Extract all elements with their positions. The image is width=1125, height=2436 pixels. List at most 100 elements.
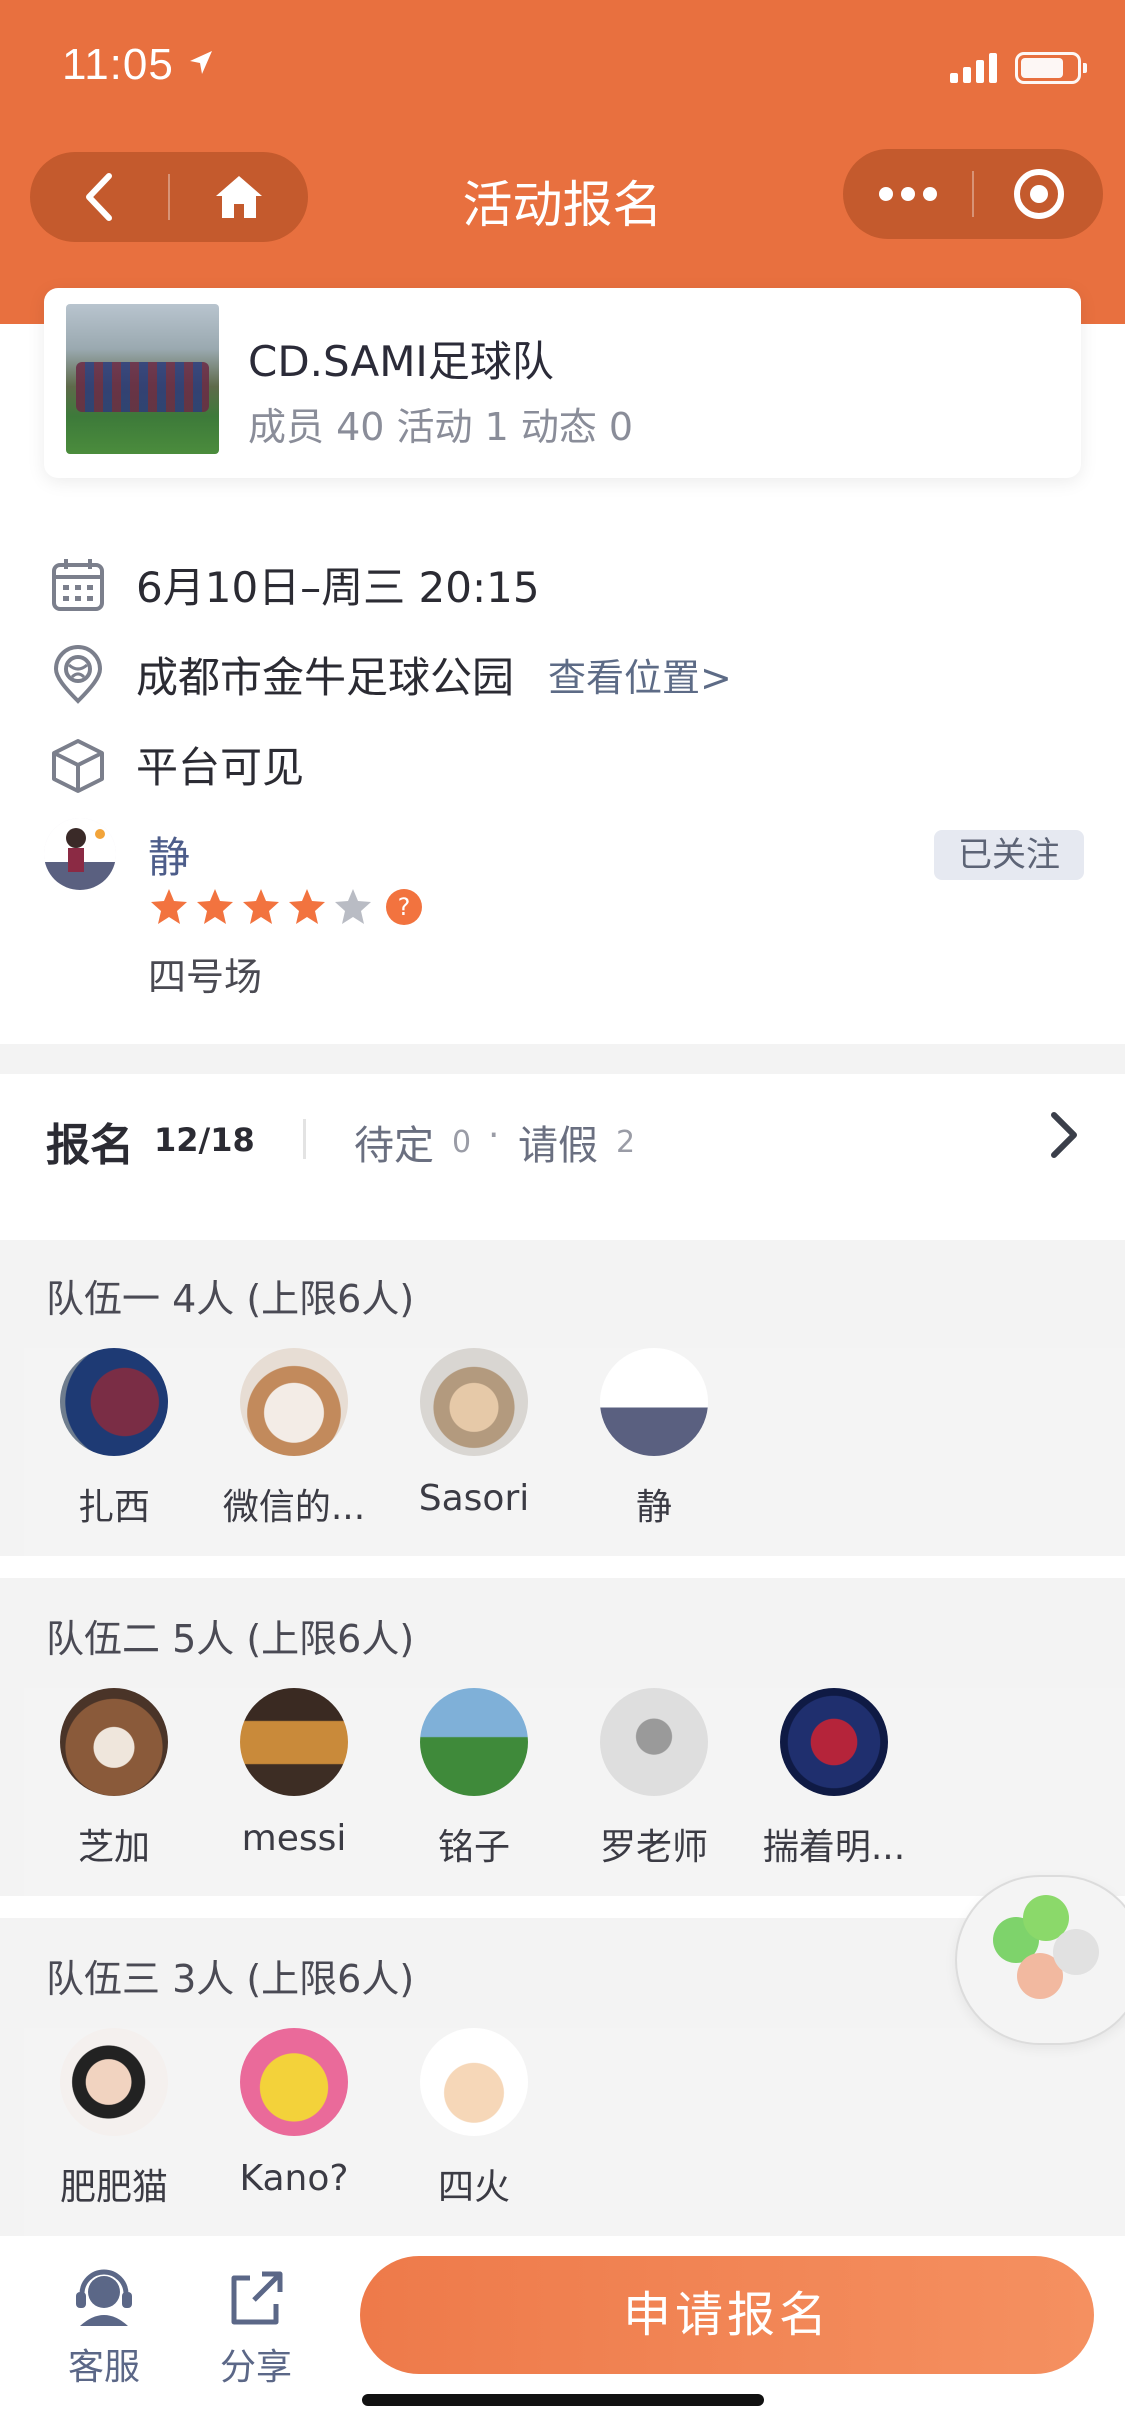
host-name[interactable]: 静 xyxy=(148,824,190,885)
member-avatar xyxy=(240,2028,348,2136)
floating-assistant-button[interactable] xyxy=(955,1875,1125,2045)
member-name: 静 xyxy=(635,1487,672,1528)
team-heading: 队伍二 5人 (上限6人) xyxy=(46,1617,415,1661)
team-stats: 成员 40 活动 1 动态 0 xyxy=(248,405,634,449)
member-name: 扎西 xyxy=(77,1487,150,1528)
more-button[interactable] xyxy=(843,149,972,239)
member-item[interactable]: 芝加 xyxy=(24,1688,204,1870)
member-name: 铭子 xyxy=(437,1827,510,1868)
member-name: 肥肥猫 xyxy=(59,2167,168,2208)
svg-text:?: ? xyxy=(398,893,411,921)
member-avatar xyxy=(60,1688,168,1796)
team-group-2: 队伍二 5人 (上限6人) 芝加 messi 铭子 罗老师 揣着明... xyxy=(0,1580,1125,1922)
close-miniprogram-button[interactable] xyxy=(974,149,1103,239)
host-section: 静 ? 四号场 已关注 xyxy=(44,818,1084,999)
team-card[interactable]: CD.SAMI足球队 成员 40 活动 1 动态 0 xyxy=(44,288,1081,478)
member-item[interactable]: 扎西 xyxy=(24,1348,204,1530)
host-note: 四号场 xyxy=(148,955,263,999)
member-name: 微信的... xyxy=(222,1487,366,1528)
signup-title: 报名 xyxy=(46,1120,134,1171)
member-name: 罗老师 xyxy=(599,1827,708,1868)
team-photo xyxy=(66,304,219,454)
member-avatar xyxy=(420,1348,528,1456)
section-divider xyxy=(0,1044,1125,1074)
summary-divider xyxy=(303,1119,306,1159)
share-button[interactable]: 分享 xyxy=(196,2268,316,2390)
member-name: 芝加 xyxy=(77,1827,150,1868)
signal-icon xyxy=(950,53,997,83)
host-avatar-image xyxy=(44,818,116,890)
member-avatar xyxy=(600,1348,708,1456)
member-avatar xyxy=(60,2028,168,2136)
member-avatar xyxy=(240,1688,348,1796)
target-circle-icon xyxy=(1013,169,1064,219)
location-pin-icon xyxy=(53,644,103,704)
host-avatar[interactable] xyxy=(44,818,116,890)
member-name: Kano? xyxy=(239,2158,349,2199)
status-time: 11:05 xyxy=(62,40,174,89)
host-rating: ? xyxy=(148,886,424,928)
team-group-1: 队伍一 4人 (上限6人) 扎西 微信的... Sasori 静 xyxy=(0,1240,1125,1582)
pending-label: 待定 xyxy=(354,1123,434,1169)
event-location-row: 成都市金牛足球公园 查看位置> xyxy=(48,644,732,705)
member-avatar xyxy=(600,1688,708,1796)
rating-help-icon[interactable]: ? xyxy=(384,887,424,927)
battery-icon xyxy=(1015,52,1087,84)
follow-status-badge[interactable]: 已关注 xyxy=(934,830,1084,880)
share-icon xyxy=(231,2271,283,2325)
member-item[interactable]: messi xyxy=(204,1688,384,1859)
customer-service-label: 客服 xyxy=(67,2347,140,2388)
star-icon xyxy=(243,889,279,924)
nav-capsule-right xyxy=(843,149,1103,239)
star-icon xyxy=(335,889,371,924)
event-location: 成都市金牛足球公园 xyxy=(136,653,515,702)
member-avatar xyxy=(420,2028,528,2136)
team-name: CD.SAMI足球队 xyxy=(248,337,554,386)
member-name: 揣着明... xyxy=(762,1827,906,1868)
member-item[interactable]: 揣着明... xyxy=(744,1688,924,1870)
apply-signup-button[interactable]: 申请报名 xyxy=(360,2256,1094,2374)
star-icon xyxy=(289,889,325,924)
member-name: messi xyxy=(241,1818,347,1859)
signup-count: 12/18 xyxy=(154,1121,255,1159)
member-item[interactable]: Kano? xyxy=(204,2028,384,2199)
signup-summary[interactable]: 报名 12/18 待定 0 · 请假 2 xyxy=(0,1075,1125,1235)
member-name: Sasori xyxy=(418,1478,530,1519)
member-avatar xyxy=(240,1348,348,1456)
cube-icon xyxy=(52,738,104,793)
member-avatar xyxy=(60,1348,168,1456)
summary-dot-separator: · xyxy=(488,1115,500,1156)
status-indicators xyxy=(950,52,1087,84)
member-item[interactable]: Sasori xyxy=(384,1348,564,1519)
location-arrow-icon xyxy=(190,51,212,74)
bottom-action-bar: 客服 分享 申请报名 xyxy=(0,2236,1125,2436)
pending-count: 0 xyxy=(452,1125,472,1160)
member-item[interactable]: 微信的... xyxy=(204,1348,384,1530)
view-location-link[interactable]: 查看位置> xyxy=(548,647,732,702)
member-item[interactable]: 四火 xyxy=(384,2028,564,2210)
team-member-list: 肥肥猫 Kano? 四火 xyxy=(24,2028,1125,2258)
member-item[interactable]: 静 xyxy=(564,1348,744,1530)
section-gap xyxy=(0,1556,1125,1578)
member-name: 四火 xyxy=(437,2167,510,2208)
member-item[interactable]: 肥肥猫 xyxy=(24,2028,204,2210)
customer-service-button[interactable]: 客服 xyxy=(44,2268,164,2390)
more-dots-icon xyxy=(878,187,937,201)
member-item[interactable]: 罗老师 xyxy=(564,1688,744,1870)
member-avatar xyxy=(780,1688,888,1796)
member-item[interactable]: 铭子 xyxy=(384,1688,564,1870)
member-avatar xyxy=(420,1688,528,1796)
section-gap xyxy=(0,1896,1125,1918)
leave-count: 2 xyxy=(616,1125,636,1160)
event-datetime-row: 6月10日–周三 20:15 xyxy=(48,554,540,615)
team-member-list: 芝加 messi 铭子 罗老师 揣着明... xyxy=(24,1688,1125,1918)
share-label: 分享 xyxy=(219,2347,292,2388)
home-indicator xyxy=(362,2394,764,2406)
event-visibility: 平台可见 xyxy=(136,743,305,792)
leave-label: 请假 xyxy=(518,1123,598,1169)
star-icon xyxy=(151,889,187,924)
team-member-list: 扎西 微信的... Sasori 静 xyxy=(24,1348,1125,1578)
team-heading: 队伍三 3人 (上限6人) xyxy=(46,1957,415,2001)
event-datetime: 6月10日–周三 20:15 xyxy=(136,563,540,612)
chevron-right-icon[interactable] xyxy=(1048,1109,1080,1161)
